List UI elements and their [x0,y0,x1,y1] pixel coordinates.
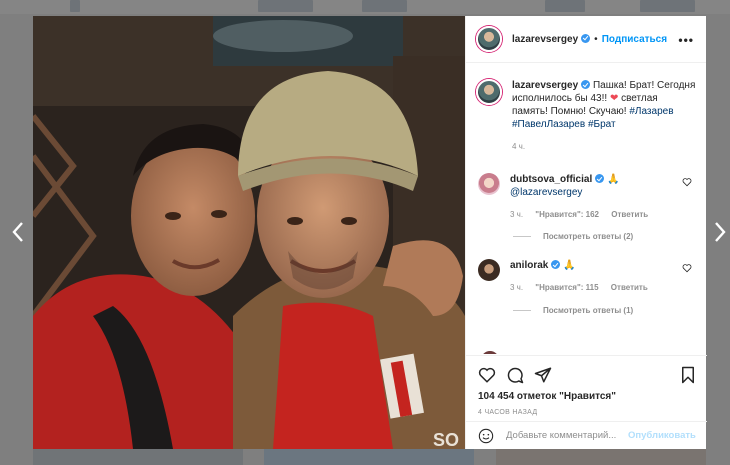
comment-input[interactable] [506,430,626,441]
background-thumbnail [640,0,695,12]
post-caption: lazarevsergey Пашка! Брат! Сегодня испол… [476,79,698,153]
chevron-left-icon [12,222,23,242]
emoji-icon[interactable] [478,428,494,444]
comment-heart-icon[interactable] [682,263,692,273]
svg-text:SO: SO [433,430,459,449]
author-username[interactable]: lazarevsergey [512,33,591,45]
post-timestamp[interactable]: 4 ЧАСОВ НАЗАД [478,409,537,416]
commenter-username[interactable]: anilorak [510,260,548,271]
comment-likes[interactable]: "Нравится": 115 [535,283,598,292]
comment-item: dubtsova_official 🙏 @lazarevsergey 3 ч. … [476,173,698,221]
view-replies-button[interactable]: Посмотреть ответы (1) [513,306,633,315]
caption-username[interactable]: lazarevsergey [512,80,578,91]
background-thumbnail [362,0,407,12]
commenter-avatar[interactable] [478,259,500,281]
photo-illustration: SO [33,16,465,449]
background-thumbnail [33,449,243,465]
post-sidebar: lazarevsergey • Подписаться ••• lazarevs… [465,16,707,449]
next-post-button[interactable] [709,218,730,246]
comment-item: anilorak 🙏 3 ч. "Нравится": 115 Ответить [476,259,698,294]
caption-time[interactable]: 4 ч. [512,140,696,153]
previous-post-button[interactable] [7,218,29,246]
comment-heart-icon[interactable] [682,177,692,187]
heart-icon[interactable] [478,366,496,384]
comment-emoji: 🙏 [563,260,576,271]
comment-time[interactable]: 3 ч. [510,283,523,292]
background-thumbnail [264,449,474,465]
partial-comment-graphic [483,351,497,354]
comment-meta: 3 ч. "Нравится": 115 Ответить [510,281,670,294]
author-avatar[interactable] [476,26,502,52]
comment-likes[interactable]: "Нравится": 162 [535,210,599,219]
comment-body: anilorak 🙏 3 ч. "Нравится": 115 Ответить [510,259,670,294]
bookmark-icon[interactable] [679,366,697,384]
background-thumbnail [258,0,313,12]
caption-body: lazarevsergey Пашка! Брат! Сегодня испол… [512,79,696,153]
reply-button[interactable]: Ответить [611,283,648,292]
comment-time[interactable]: 3 ч. [510,210,523,219]
verified-badge-icon [595,174,605,183]
publish-button[interactable]: Опубликовать [628,430,696,441]
background-thumbnail [496,449,706,465]
share-icon[interactable] [534,366,552,384]
comment-emoji: 🙏 [607,174,620,185]
verified-badge-icon [551,260,561,269]
reply-button[interactable]: Ответить [611,210,648,219]
chevron-right-icon [715,222,726,242]
add-comment-bar: Опубликовать [466,421,707,449]
background-thumbnail [70,0,80,12]
likes-count[interactable]: 104 454 отметок "Нравится" [478,391,616,402]
post-photo[interactable]: SO [33,16,465,449]
post-modal: SO lazarevsergey • Подписаться ••• lazar… [33,16,707,449]
commenter-avatar[interactable] [478,173,500,195]
post-header: lazarevsergey • Подписаться ••• [466,16,706,63]
comment-meta: 3 ч. "Нравится": 162 Ответить [510,208,670,221]
more-icon[interactable]: ••• [678,33,694,47]
follow-button[interactable]: Подписаться [602,34,667,45]
commenter-username[interactable]: dubtsova_official [510,174,592,185]
heart-emoji: ❤ [609,93,619,104]
verified-badge-icon [581,80,591,89]
background-thumbnail [545,0,585,12]
comment-mention[interactable]: @lazarevsergey [510,187,582,198]
header-separator: • [594,33,598,45]
partial-comment-item [478,348,698,354]
comment-body: dubtsova_official 🙏 @lazarevsergey 3 ч. … [510,173,670,221]
comment-icon[interactable] [506,366,524,384]
caption-author-avatar[interactable] [476,79,502,105]
verified-badge-icon [581,33,591,43]
view-replies-button[interactable]: Посмотреть ответы (2) [513,232,633,241]
post-actions: 104 454 отметок "Нравится" 4 ЧАСОВ НАЗАД [466,355,707,421]
